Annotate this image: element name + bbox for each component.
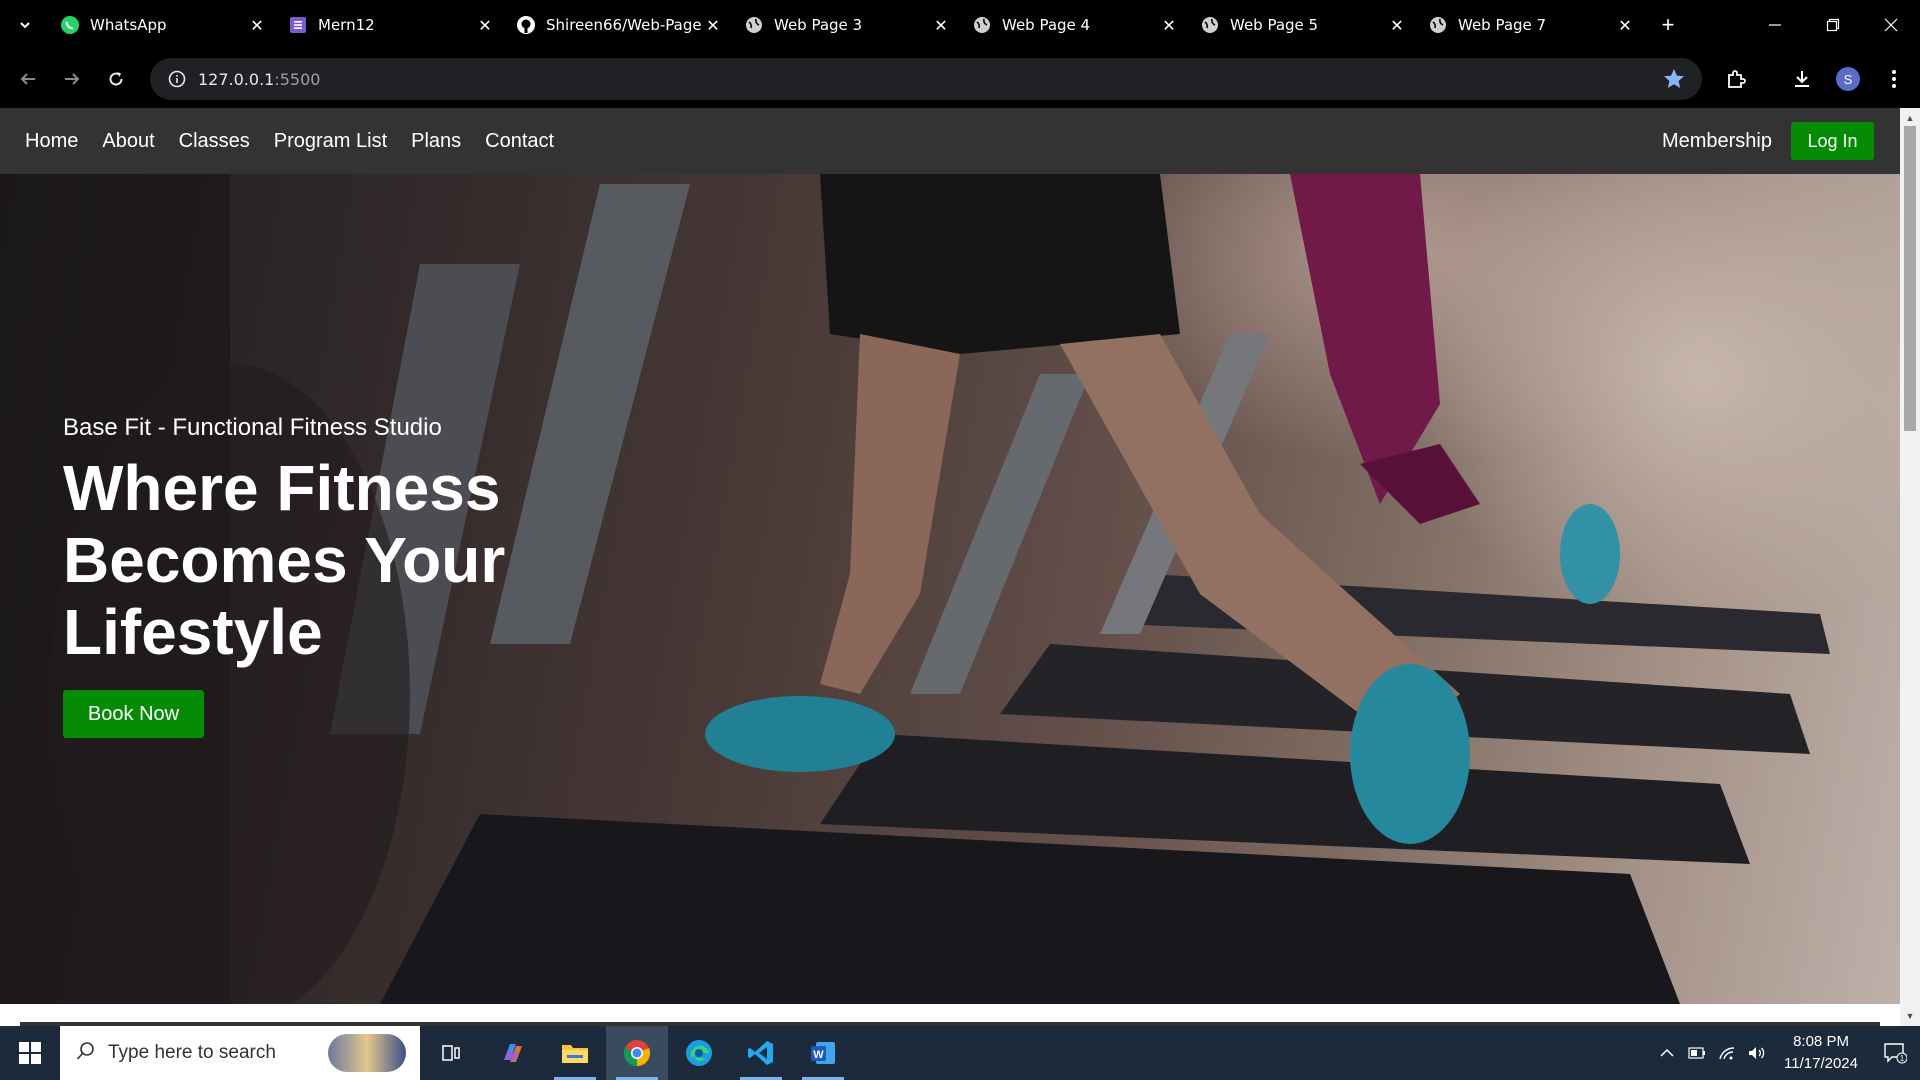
nav-link-about[interactable]: About	[90, 130, 166, 153]
tab-web-page-3[interactable]: Web Page 3 ✕	[734, 0, 962, 50]
hero-title: Where Fitness Becomes Your Lifestyle	[63, 452, 506, 668]
extensions-icon[interactable]	[1714, 50, 1758, 108]
close-icon[interactable]: ✕	[704, 16, 722, 35]
search-highlight-image	[328, 1034, 406, 1072]
browser-toolbar: 127.0.0.1:5500 S	[0, 50, 1920, 108]
globe-icon	[1200, 15, 1220, 35]
notification-count: 1	[1900, 1054, 1905, 1063]
search-placeholder: Type here to search	[108, 1042, 276, 1063]
hero-content: Base Fit - Functional Fitness Studio Whe…	[63, 414, 583, 738]
vscode-icon[interactable]	[730, 1026, 792, 1080]
battery-icon[interactable]	[1682, 1026, 1712, 1080]
url-host: 127.0.0.1	[198, 69, 275, 89]
close-icon[interactable]: ✕	[932, 16, 950, 35]
site-navbar: Home About Classes Program List Plans Co…	[0, 108, 1900, 174]
forward-arrow-icon[interactable]	[50, 57, 94, 101]
taskbar-search-box[interactable]: Type here to search	[60, 1026, 420, 1080]
tab-title: WhatsApp	[90, 16, 167, 34]
new-tab-button[interactable]: +	[1650, 7, 1686, 43]
close-icon[interactable]: ✕	[1616, 16, 1634, 35]
nav-link-membership[interactable]: Membership	[1662, 130, 1772, 153]
window-close-icon[interactable]	[1862, 0, 1920, 50]
nav-links: Home About Classes Program List Plans Co…	[13, 130, 566, 153]
github-icon	[516, 15, 536, 35]
download-icon[interactable]	[1780, 50, 1824, 108]
taskbar-clock[interactable]: 8:08 PM 11/17/2024	[1772, 1031, 1870, 1075]
page-scrollbar[interactable]: ▲ ▼	[1900, 108, 1920, 1026]
url-text[interactable]: 127.0.0.1:5500	[198, 70, 320, 89]
scroll-down-icon[interactable]: ▼	[1900, 1008, 1920, 1024]
tab-title: Web Page 5	[1230, 16, 1319, 34]
scroll-up-icon[interactable]: ▲	[1900, 110, 1920, 126]
forms-icon	[288, 15, 308, 35]
tab-title: Mern12	[318, 16, 375, 34]
login-button[interactable]: Log In	[1791, 122, 1874, 160]
hero-section: Base Fit - Functional Fitness Studio Whe…	[0, 174, 1900, 1004]
tab-title: Web Page 3	[774, 16, 863, 34]
bookmark-star-icon[interactable]	[1662, 67, 1686, 96]
word-icon[interactable]: W	[792, 1026, 854, 1080]
copilot-icon[interactable]	[482, 1026, 544, 1080]
book-now-button[interactable]: Book Now	[63, 690, 204, 738]
hero-subtitle: Base Fit - Functional Fitness Studio	[63, 414, 442, 441]
windows-taskbar: Type here to search W 8:08 PM 11/17/2024…	[0, 1026, 1920, 1080]
close-icon[interactable]: ✕	[1160, 16, 1178, 35]
system-tray: 8:08 PM 11/17/2024 1	[1652, 1026, 1920, 1080]
tab-whatsapp[interactable]: WhatsApp ✕	[50, 0, 278, 50]
site-info-icon[interactable]	[156, 58, 198, 100]
back-arrow-icon[interactable]	[6, 57, 50, 101]
nav-right: Membership Log In	[1662, 108, 1874, 174]
minimize-icon[interactable]	[1746, 0, 1804, 50]
browser-tab-strip: WhatsApp ✕ Mern12 ✕ Shireen66/Web-Page ✕…	[0, 0, 1920, 50]
tab-search-chevron-icon[interactable]	[0, 0, 50, 50]
url-port: :5500	[274, 69, 321, 89]
edge-icon[interactable]	[668, 1026, 730, 1080]
tab-web-page-5[interactable]: Web Page 5 ✕	[1190, 0, 1418, 50]
file-explorer-icon[interactable]	[544, 1026, 606, 1080]
address-bar[interactable]: 127.0.0.1:5500	[150, 58, 1702, 100]
restore-icon[interactable]	[1804, 0, 1862, 50]
tab-web-page-4[interactable]: Web Page 4 ✕	[962, 0, 1190, 50]
nav-link-plans[interactable]: Plans	[399, 130, 473, 153]
globe-icon	[972, 15, 992, 35]
nav-link-home[interactable]: Home	[13, 130, 90, 153]
volume-icon[interactable]	[1742, 1026, 1772, 1080]
chrome-icon[interactable]	[606, 1026, 668, 1080]
tab-title: Web Page 4	[1002, 16, 1091, 34]
close-icon[interactable]: ✕	[248, 16, 266, 35]
close-icon[interactable]: ✕	[1388, 16, 1406, 35]
more-menu-icon[interactable]	[1872, 50, 1916, 108]
svg-text:W: W	[813, 1049, 824, 1061]
windows-start-icon[interactable]	[0, 1026, 60, 1080]
notification-center-icon[interactable]: 1	[1870, 1026, 1920, 1080]
page-viewport: Home About Classes Program List Plans Co…	[0, 108, 1920, 1026]
nav-link-classes[interactable]: Classes	[167, 130, 262, 153]
whatsapp-icon	[60, 15, 80, 35]
nav-link-contact[interactable]: Contact	[473, 130, 566, 153]
nav-link-program-list[interactable]: Program List	[262, 130, 399, 153]
tab-title: Shireen66/Web-Page	[546, 16, 702, 34]
globe-icon	[744, 15, 764, 35]
clock-date: 11/17/2024	[1784, 1055, 1858, 1072]
reload-icon[interactable]	[94, 57, 138, 101]
tab-github[interactable]: Shireen66/Web-Page ✕	[506, 0, 734, 50]
tab-mern12[interactable]: Mern12 ✕	[278, 0, 506, 50]
scroll-thumb[interactable]	[1904, 126, 1916, 431]
wifi-icon[interactable]	[1712, 1026, 1742, 1080]
tab-web-page-7[interactable]: Web Page 7 ✕	[1418, 0, 1646, 50]
profile-initial: S	[1836, 67, 1860, 91]
window-controls	[1746, 0, 1920, 50]
profile-avatar[interactable]: S	[1826, 50, 1870, 108]
clock-time: 8:08 PM	[1793, 1033, 1849, 1050]
close-icon[interactable]: ✕	[476, 16, 494, 35]
globe-icon	[1428, 15, 1448, 35]
search-icon	[76, 1041, 96, 1066]
tab-title: Web Page 7	[1458, 16, 1547, 34]
chevron-up-icon[interactable]	[1652, 1026, 1682, 1080]
task-view-icon[interactable]	[420, 1026, 482, 1080]
